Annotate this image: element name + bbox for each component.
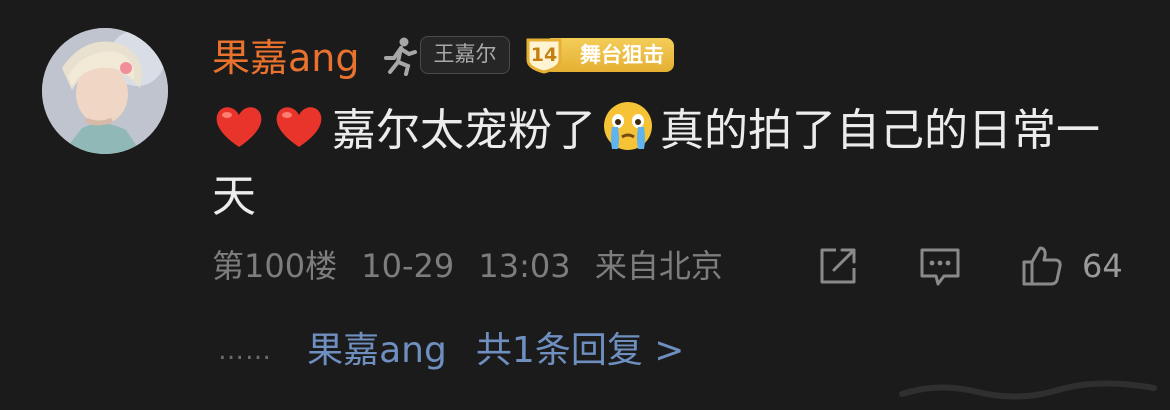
thumbs-up-icon [1022,246,1062,286]
red-heart-icon [276,107,322,147]
comment-text: 嘉尔太宠粉了 真的拍了自己的日常一天 [212,98,1132,230]
comment-button[interactable] [918,244,962,288]
fan-badge-tag[interactable]: 王嘉尔 [420,36,510,74]
comment-username[interactable]: 果嘉ang [212,36,360,80]
reply-preview[interactable]: …… 果嘉ang 共1条回复 > [218,328,684,374]
like-button[interactable] [1020,244,1064,288]
red-heart-icon [216,107,262,147]
avatar-image [42,28,168,154]
reply-dots: …… [218,336,272,366]
runner-icon [382,36,418,76]
comment-location: 来自北京 [594,247,723,285]
fan-level-number-badge: 14 [522,36,566,74]
reply-username[interactable]: 果嘉ang [307,328,447,374]
comment-time: 13:03 [478,247,571,285]
share-button[interactable] [816,244,860,288]
comment-bubble-icon [920,248,960,286]
floor-number: 第100楼 [212,247,338,285]
comment-text-part1: 嘉尔太宠粉了 [332,105,596,156]
comment-date: 10-29 [361,247,455,285]
share-icon [820,248,856,284]
user-avatar[interactable] [42,28,168,154]
like-count: 64 [1082,247,1123,285]
fan-level-number: 14 [530,44,558,66]
reply-count-link[interactable]: 共1条回复 > [476,328,685,374]
comment-meta: 第100楼 10-29 13:03 来自北京 [212,244,737,288]
crying-face-icon [604,102,652,150]
watermark-graphic [899,380,1157,400]
fan-level-badge[interactable]: 舞台狙击 14 [522,36,676,74]
